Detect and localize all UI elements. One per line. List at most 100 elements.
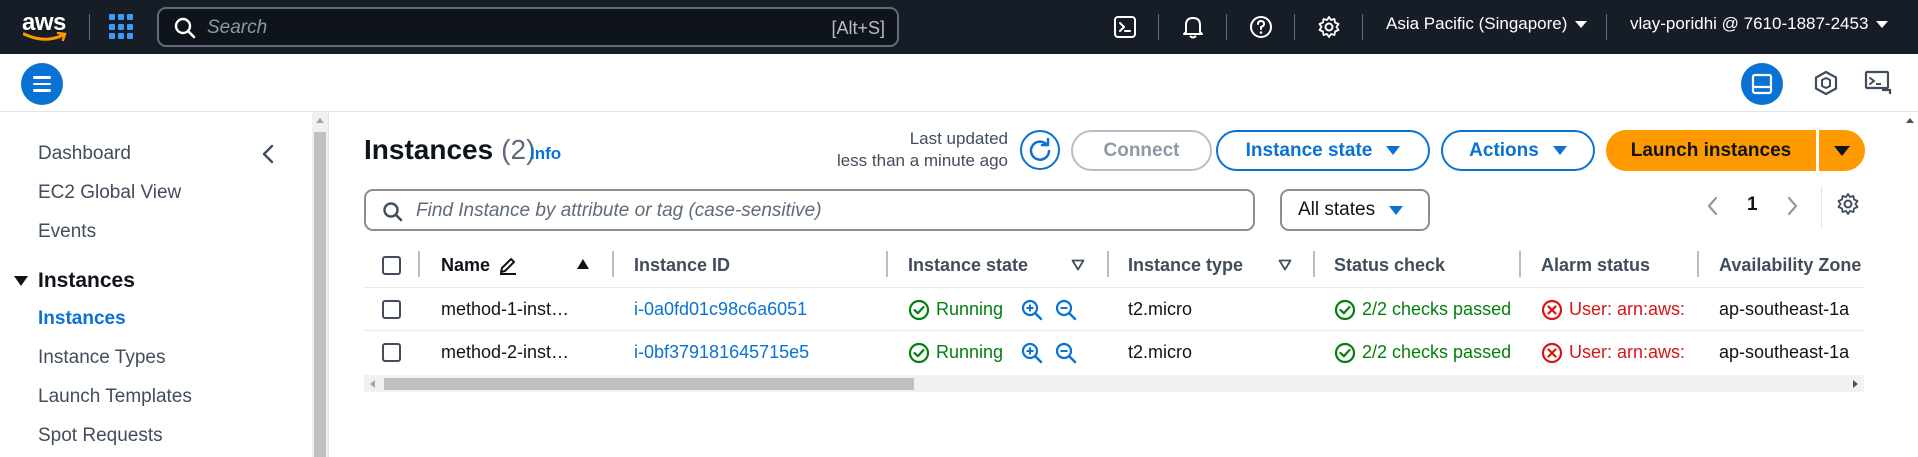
check-circle-icon [908,342,930,363]
sidebar-section-instances[interactable]: Instances [14,269,135,293]
aws-logo[interactable]: aws [22,8,72,44]
search-icon [174,17,196,39]
instance-filter[interactable] [364,189,1255,231]
sidebar-item-ec2-global-view[interactable]: EC2 Global View [38,182,181,204]
refresh-icon [1029,137,1051,161]
nav-divider [89,14,90,40]
panel-icon [1751,73,1773,95]
sidebar-item-instances[interactable]: Instances [38,308,126,330]
search-icon [383,202,403,222]
column-header-availability-zone[interactable]: Availability Zone [1719,245,1861,285]
panel-layout-button[interactable] [1741,63,1783,105]
check-circle-icon [1334,342,1356,363]
region-selector[interactable]: Asia Pacific (Singapore) [1386,14,1588,34]
column-separator [1107,251,1109,277]
instance-state-cell: Running [908,288,1077,331]
table-row[interactable]: method-1-inst… i-0a0fd01c98c6a6051 Runni… [364,287,1864,330]
availability-zone-cell: ap-southeast-1a [1719,342,1850,362]
chevron-right-icon[interactable] [1785,195,1799,217]
launch-dropdown-button[interactable] [1819,130,1865,171]
instance-state-button[interactable]: Instance state [1216,130,1430,171]
scrollbar-thumb[interactable] [314,132,326,457]
refresh-button[interactable] [1020,130,1060,170]
instance-id-link[interactable]: i-0bf379181645715e5 [634,331,809,374]
zoom-in-icon[interactable] [1021,299,1043,321]
help-icon[interactable] [1248,14,1274,40]
column-header-status-check[interactable]: Status check [1334,245,1445,285]
status-check-cell[interactable]: 2/2 checks passed [1334,331,1514,374]
select-all-checkbox[interactable] [382,255,401,275]
search-input[interactable] [207,17,767,39]
pager-divider [1821,186,1822,228]
caret-down-icon [1552,146,1567,155]
connect-button[interactable]: Connect [1071,130,1212,171]
column-header-instance-type[interactable]: Instance type [1128,245,1243,285]
states-filter-value: All states [1298,199,1376,220]
zoom-out-icon[interactable] [1055,342,1077,364]
sidebar-item-launch-templates[interactable]: Launch Templates [38,386,192,408]
account-label: vlay-poridhi @ 7610-1887-2453 [1630,14,1869,33]
last-updated-label: Last updated [909,129,1008,148]
status-check-cell[interactable]: 2/2 checks passed [1334,288,1514,331]
alarm-status-cell[interactable]: User: arn:aws: [1541,288,1691,331]
check-circle-icon [908,299,930,320]
sidebar-item-events[interactable]: Events [38,221,96,243]
table-horizontal-scrollbar[interactable] [364,375,1864,392]
filter-input[interactable] [416,200,1216,222]
cloudshell-icon[interactable] [1112,14,1138,40]
scroll-up-arrow[interactable] [1906,118,1914,123]
sidebar-item-spot-requests[interactable]: Spot Requests [38,425,163,447]
nav-divider [1294,14,1295,40]
column-header-instance-state[interactable]: Instance state [908,245,1028,285]
main-scrollbar[interactable] [1902,112,1918,457]
scroll-right-arrow[interactable] [1853,380,1858,388]
zoom-out-icon[interactable] [1055,299,1077,321]
chevron-left-icon[interactable] [260,143,276,165]
launch-instances-button[interactable]: Launch instances [1606,130,1816,171]
gear-icon[interactable] [1316,14,1342,40]
sort-icon[interactable] [1278,259,1292,271]
table-row[interactable]: method-2-inst… i-0bf379181645715e5 Runni… [364,330,1864,373]
row-checkbox[interactable] [382,343,401,362]
alarm-status-text: User: arn:aws: [1569,342,1686,362]
column-header-name[interactable]: Name [441,245,518,285]
states-filter-select[interactable]: All states [1280,189,1430,231]
region-label: Asia Pacific (Singapore) [1386,14,1568,33]
hexagon-icon[interactable] [1812,69,1840,97]
sidebar-item-instance-types[interactable]: Instance Types [38,347,165,369]
instance-state-cell: Running [908,331,1077,374]
zoom-in-icon[interactable] [1021,342,1043,364]
column-separator [418,251,420,277]
account-menu[interactable]: vlay-poridhi @ 7610-1887-2453 [1630,14,1889,34]
sidebar-item-dashboard[interactable]: Dashboard [38,143,131,165]
column-header-label: Availability Zone [1719,254,1862,275]
sidebar-scrollbar[interactable] [312,112,328,457]
feedback-icon[interactable] [1864,69,1892,97]
column-header-instance-id[interactable]: Instance ID [634,245,730,285]
bell-icon[interactable] [1180,14,1206,40]
row-checkbox[interactable] [382,300,401,319]
scroll-left-arrow[interactable] [370,380,375,388]
actions-button[interactable]: Actions [1441,130,1595,171]
services-grid-icon[interactable] [109,14,135,40]
sort-icon[interactable] [1071,259,1085,271]
instance-name: method-1-inst… [441,299,570,319]
instance-id-link[interactable]: i-0a0fd01c98c6a6051 [634,288,807,331]
column-header-alarm-status[interactable]: Alarm status [1541,245,1650,285]
page-title: Instances (2) [364,134,535,166]
gear-icon[interactable] [1836,192,1860,216]
side-nav-toggle-button[interactable] [21,63,63,105]
alarm-status-cell[interactable]: User: arn:aws: [1541,331,1691,374]
scroll-up-arrow[interactable] [316,118,324,123]
edit-pencil-icon[interactable] [498,255,518,275]
info-link[interactable]: Info [530,144,561,164]
scrollbar-thumb[interactable] [384,378,914,390]
chevron-left-icon[interactable] [1706,195,1720,217]
launch-instances-label: Launch instances [1630,139,1792,161]
page-number[interactable]: 1 [1747,194,1758,216]
sort-ascending-icon[interactable] [576,258,590,270]
check-circle-icon [1334,299,1356,320]
column-separator [886,251,888,277]
global-search[interactable]: [Alt+S] [157,7,899,47]
sidebar-section-label: Instances [38,269,135,292]
